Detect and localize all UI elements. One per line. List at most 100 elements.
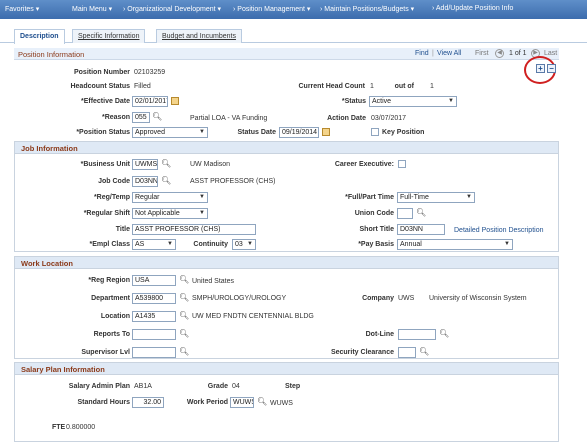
status-date-input[interactable]: 09/19/2014	[279, 127, 319, 138]
search-icon[interactable]: 🔍︎	[161, 176, 171, 185]
short-title-input[interactable]: D03NN	[397, 224, 445, 235]
search-icon[interactable]: 🔍︎	[416, 208, 426, 217]
last-link[interactable]: Last	[544, 50, 557, 57]
reg-region-description: United States	[192, 278, 235, 285]
department-label: Department	[91, 295, 130, 302]
grade-label: Grade	[207, 383, 228, 390]
tab-budget-incumbents[interactable]: Budget and Incumbents	[156, 29, 242, 43]
reports-to-input[interactable]	[132, 329, 176, 340]
career-executive-label: Career Executive:	[334, 161, 394, 168]
breadcrumb-maintain-positions[interactable]: › Maintain Positions/Budgets ▾	[320, 5, 414, 13]
security-clearance-label: Security Clearance	[330, 349, 394, 356]
tab-specific-information[interactable]: Specific Information	[72, 29, 146, 43]
full-part-time-select[interactable]: Full-Time	[397, 192, 475, 203]
status-select[interactable]: Active	[369, 96, 457, 107]
job-code-input[interactable]: D03NN	[132, 176, 158, 187]
current-head-count-value: 1	[370, 83, 374, 90]
first-link[interactable]: First	[475, 50, 489, 57]
empl-class-select[interactable]: AS	[132, 239, 176, 250]
search-icon[interactable]: 🔍︎	[179, 311, 189, 320]
search-icon[interactable]: 🔍︎	[179, 329, 189, 338]
continuity-select[interactable]: 03	[232, 239, 256, 250]
full-part-time-label: *Full/Part Time	[345, 194, 394, 201]
out-of-label: out of	[394, 83, 414, 90]
union-code-input[interactable]	[397, 208, 413, 219]
search-icon[interactable]: 🔍︎	[439, 329, 449, 338]
search-icon[interactable]: 🔍︎	[179, 293, 189, 302]
delete-row-icon[interactable]: −	[547, 64, 556, 73]
job-code-description: ASST PROFESSOR (CHS)	[190, 178, 276, 185]
dot-line-label: Dot-Line	[365, 331, 394, 338]
location-description: UW MED FNDTN CENTENNIAL BLDG	[192, 313, 314, 320]
section-title: Position Information	[18, 50, 85, 59]
section-title: Work Location	[15, 257, 558, 269]
title-input[interactable]: ASST PROFESSOR (CHS)	[132, 224, 256, 235]
reg-temp-select[interactable]: Regular	[132, 192, 208, 203]
position-info-header: Position Information Find | View All Fir…	[14, 48, 559, 60]
pay-basis-select[interactable]: Annual	[397, 239, 513, 250]
find-link[interactable]: Find	[415, 50, 429, 57]
reason-description: Partial LOA - VA Funding	[190, 115, 268, 122]
empl-class-label: *Empl Class	[89, 241, 130, 248]
fte-value: 0.800000	[66, 424, 96, 431]
position-number-value: 02103259	[134, 69, 166, 76]
reason-input[interactable]: 055	[132, 112, 150, 123]
action-date-value: 03/07/2017	[371, 115, 407, 122]
add-row-icon[interactable]: +	[536, 64, 545, 73]
tab-description[interactable]: Description	[14, 29, 65, 44]
location-input[interactable]: A1435	[132, 311, 176, 322]
salary-admin-plan-label: Salary Admin Plan	[68, 383, 130, 390]
key-position-checkbox[interactable]	[371, 128, 379, 136]
reg-region-input[interactable]: USA	[132, 275, 176, 286]
section-title: Job Information	[15, 142, 558, 154]
position-number-label: Position Number	[73, 69, 130, 76]
security-clearance-input[interactable]	[398, 347, 416, 358]
reports-to-label: Reports To	[93, 331, 130, 338]
status-date-label: Status Date	[237, 129, 276, 136]
work-period-input[interactable]: WUWS	[230, 397, 254, 408]
reg-temp-label: *Reg/Temp	[93, 194, 130, 201]
search-icon[interactable]: 🔍︎	[161, 159, 171, 168]
search-icon[interactable]: 🔍︎	[179, 275, 189, 284]
salary-admin-plan-value: AB1A	[134, 383, 152, 390]
favorites-menu[interactable]: Favorites ▾	[5, 5, 39, 13]
effective-date-input[interactable]: 02/01/2017	[132, 96, 168, 107]
action-date-label: Action Date	[327, 115, 366, 122]
position-status-select[interactable]: Approved	[132, 127, 208, 138]
main-menu[interactable]: Main Menu ▾	[72, 5, 112, 13]
view-all-link[interactable]: View All	[437, 50, 461, 57]
detailed-position-description-link[interactable]: Detailed Position Description	[454, 227, 544, 234]
previous-icon[interactable]: ◀	[495, 49, 504, 58]
status-label: *Status	[341, 98, 366, 105]
continuity-label: Continuity	[193, 241, 228, 248]
search-icon[interactable]: 🔍︎	[179, 347, 189, 356]
search-icon[interactable]: 🔍︎	[257, 397, 267, 406]
business-unit-description: UW Madison	[190, 161, 231, 168]
regular-shift-select[interactable]: Not Applicable	[132, 208, 208, 219]
step-label: Step	[285, 383, 301, 390]
business-unit-input[interactable]: UWMSN	[132, 159, 158, 170]
breadcrumb-org-dev[interactable]: › Organizational Development ▾	[123, 5, 221, 13]
breadcrumb-position-mgmt[interactable]: › Position Management ▾	[233, 5, 310, 13]
reg-region-label: *Reg Region	[88, 277, 130, 284]
position-status-label: *Position Status	[76, 129, 130, 136]
pay-basis-label: *Pay Basis	[358, 241, 394, 248]
row-count: 1 of 1	[509, 50, 527, 57]
company-label: Company	[362, 295, 394, 302]
search-icon[interactable]: 🔍︎	[152, 112, 162, 121]
headcount-status-value: Filled	[134, 83, 151, 90]
grade-value: 04	[232, 383, 240, 390]
search-icon[interactable]: 🔍︎	[419, 347, 429, 356]
standard-hours-label: Standard Hours	[77, 399, 130, 406]
supervisor-lvl-input[interactable]	[132, 347, 176, 358]
effective-date-label: *Effective Date	[80, 98, 130, 105]
standard-hours-input[interactable]: 32.00	[132, 397, 164, 408]
dot-line-input[interactable]	[398, 329, 436, 340]
calendar-icon[interactable]	[171, 97, 179, 105]
career-executive-checkbox[interactable]	[398, 160, 406, 168]
department-description: SMPH/UROLOGY/UROLOGY	[192, 295, 287, 302]
calendar-icon[interactable]	[322, 128, 330, 136]
breadcrumb-add-update[interactable]: › Add/Update Position Info	[432, 5, 513, 12]
tab-label: Specific Information	[78, 33, 140, 40]
department-input[interactable]: A539800	[132, 293, 176, 304]
